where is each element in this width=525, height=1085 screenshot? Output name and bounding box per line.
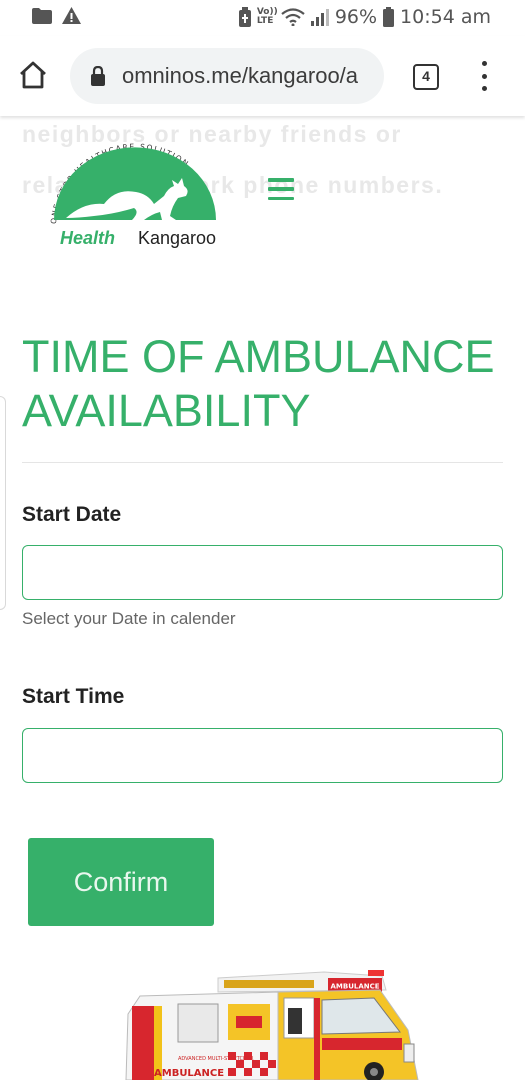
start-time-label: Start Time [22, 685, 125, 708]
battery-saver-icon [238, 7, 251, 27]
page-title-line-1: TIME OF AMBULANCE [22, 331, 495, 382]
tab-switcher-button[interactable]: 4 [413, 64, 439, 90]
url-text[interactable]: omninos.me/kangaroo/a [122, 63, 372, 89]
battery-percent: 96% [334, 6, 378, 28]
health-kangaroo-logo[interactable]: ONE STOP HEALTHCARE SOLUTION Health Kang… [44, 132, 224, 254]
page-title: TIME OF AMBULANCE AVAILABILITY [22, 330, 512, 438]
menu-dot-icon [481, 86, 487, 91]
home-icon [20, 61, 46, 89]
ambulance-image: AMBULANCE ADVANCED MULTI-STRETCHER AMBUL… [118, 968, 448, 1082]
menu-dot-icon [481, 73, 487, 79]
start-date-label: Start Date [22, 503, 122, 526]
start-date-helper-text: Select your Date in calender [22, 609, 236, 628]
ambulance-side-label: AMBULANCE [154, 1068, 224, 1079]
start-time-input[interactable] [22, 728, 503, 783]
hamburger-bar [268, 196, 294, 200]
address-bar[interactable]: omninos.me/kangaroo/a [70, 48, 384, 104]
browser-menu-button[interactable] [474, 61, 494, 91]
hamburger-bar [268, 178, 294, 182]
start-date-input[interactable] [22, 545, 503, 600]
logo-arc [54, 147, 216, 220]
nav-menu-button[interactable] [268, 178, 294, 200]
wifi-icon [281, 8, 305, 26]
divider [22, 462, 503, 463]
ambulance-roof-label: AMBULANCE [330, 983, 379, 991]
edge-panel-handle[interactable] [0, 396, 6, 610]
browser-toolbar: omninos.me/kangaroo/a 4 [0, 36, 525, 116]
status-bar: Vo)) LTE 96% 10:54 am [0, 0, 525, 36]
lock-icon [91, 66, 105, 86]
folder-icon [32, 7, 52, 24]
hamburger-bar [268, 187, 294, 191]
signal-icon [310, 9, 329, 26]
warning-icon [62, 7, 81, 24]
confirm-button[interactable]: Confirm [28, 838, 214, 926]
menu-dot-icon [481, 61, 487, 66]
page-title-line-2: AVAILABILITY [22, 385, 311, 436]
clock: 10:54 am [400, 6, 491, 28]
logo-word-health: Health [60, 228, 115, 248]
home-button[interactable] [18, 60, 52, 94]
volte-indicator: Vo)) LTE [256, 7, 278, 26]
battery-icon [383, 7, 395, 27]
logo-word-kangaroo: Kangaroo [138, 228, 216, 248]
